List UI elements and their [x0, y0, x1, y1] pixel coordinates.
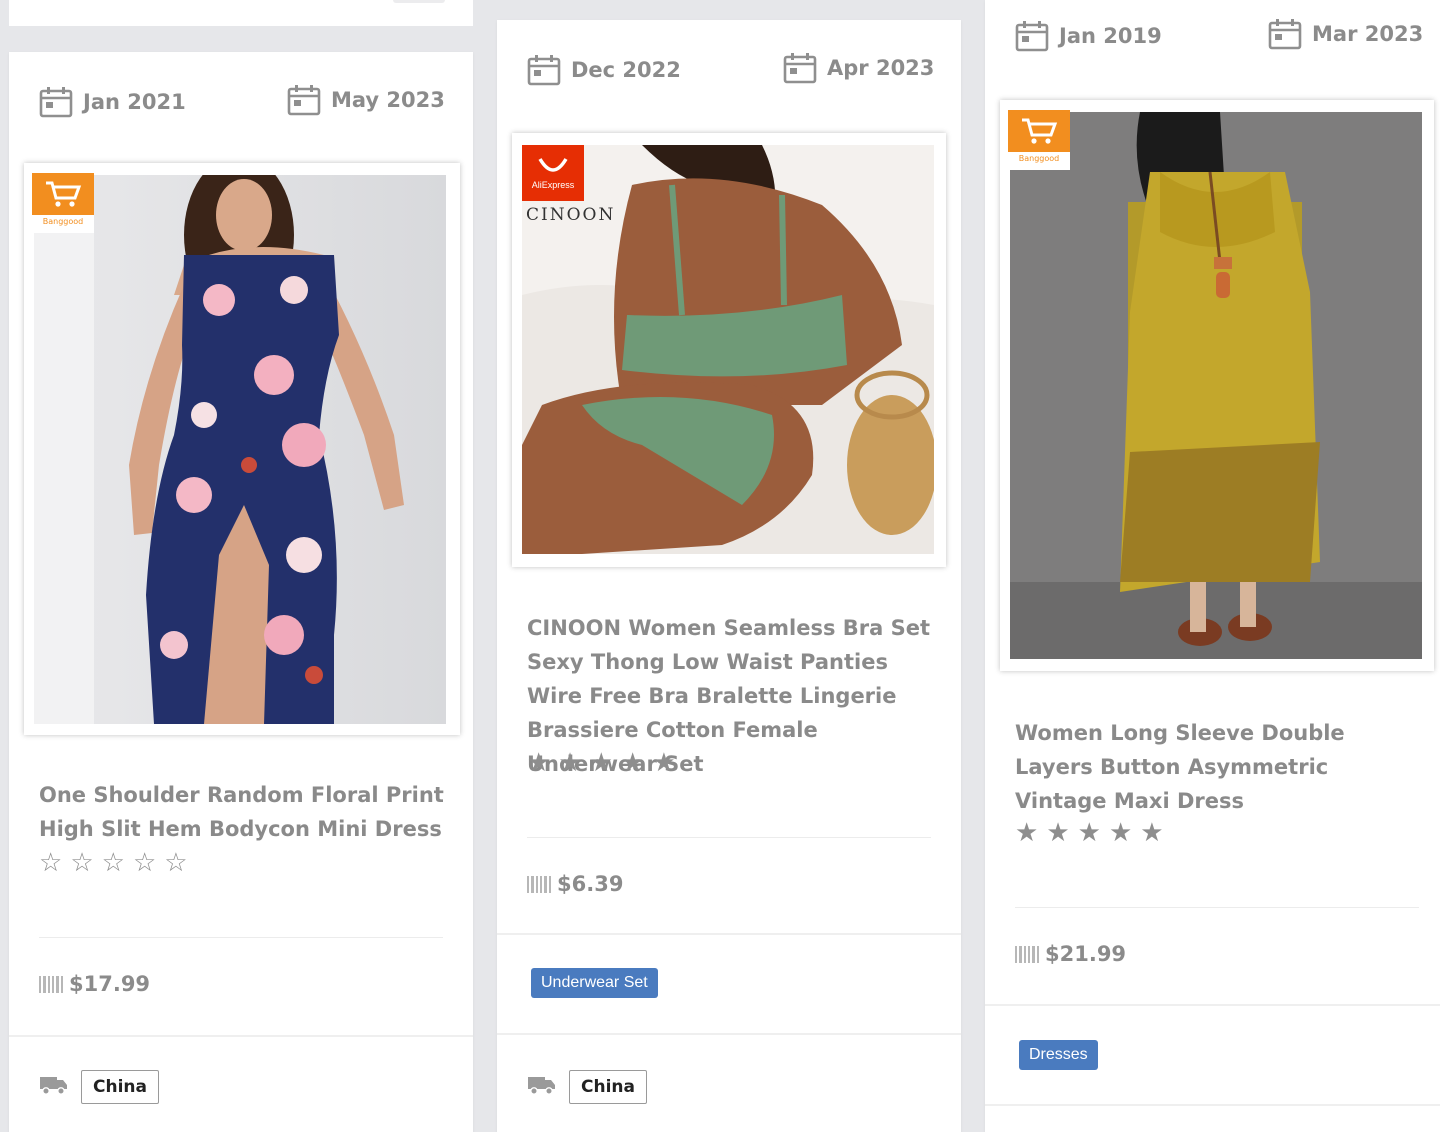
price-value: $21.99	[1045, 942, 1127, 966]
shopping-cart-icon	[1008, 110, 1070, 152]
banggood-badge: Banggood	[1008, 110, 1070, 170]
date-end: May 2023	[287, 84, 445, 116]
star-filled-icon: ★	[527, 748, 551, 778]
star-empty-icon: ☆	[70, 848, 94, 878]
previous-card-stub	[9, 0, 473, 26]
date-start-label: Jan 2019	[1059, 24, 1162, 48]
divider	[1015, 907, 1419, 908]
product-card[interactable]: Dec 2022 Apr 2023 AliExpress CINOON CINO…	[497, 20, 961, 1132]
banggood-badge: Banggood	[32, 173, 94, 233]
price-value: $17.99	[69, 972, 151, 996]
price-value: $6.39	[557, 872, 624, 896]
star-empty-icon: ☆	[39, 848, 63, 878]
ships-from-country[interactable]: China	[81, 1070, 159, 1104]
barcode-icon	[39, 975, 63, 993]
truck-icon	[39, 1074, 69, 1100]
product-image-frame[interactable]: Banggood	[24, 163, 460, 735]
date-end-label: May 2023	[331, 88, 445, 112]
store-badge-label: AliExpress	[531, 179, 575, 190]
divider	[985, 1104, 1440, 1106]
star-filled-icon: ★	[589, 748, 613, 778]
barcode-icon	[1015, 945, 1039, 963]
divider	[9, 1035, 473, 1037]
calendar-icon	[287, 84, 321, 116]
truck-icon	[527, 1074, 557, 1100]
divider	[39, 937, 443, 938]
product-image-frame[interactable]: AliExpress CINOON	[512, 133, 946, 567]
date-end: Mar 2023	[1268, 18, 1423, 50]
date-end: Apr 2023	[783, 52, 934, 84]
shipping-info: China	[527, 1070, 647, 1104]
date-start: Jan 2021	[39, 86, 186, 118]
calendar-icon	[1268, 18, 1302, 50]
price: $6.39	[527, 872, 623, 896]
product-card[interactable]: Jan 2019 Mar 2023 Banggood Women Long Sl…	[985, 0, 1440, 1132]
star-empty-icon: ☆	[164, 848, 188, 878]
divider	[497, 1033, 961, 1035]
star-empty-icon: ☆	[132, 848, 157, 878]
calendar-icon	[527, 54, 561, 86]
date-end-label: Apr 2023	[827, 56, 935, 80]
shopping-bag-icon	[538, 157, 568, 172]
product-image[interactable]	[34, 175, 446, 724]
divider	[527, 837, 931, 838]
star-filled-icon: ★	[1140, 818, 1164, 848]
divider	[985, 1004, 1440, 1006]
date-end-label: Mar 2023	[1312, 22, 1424, 46]
aliexpress-badge: AliExpress	[522, 145, 584, 201]
date-start-label: Dec 2022	[571, 58, 681, 82]
price: $21.99	[1015, 942, 1126, 966]
product-image[interactable]	[1010, 112, 1422, 659]
star-filled-icon: ★	[558, 748, 582, 778]
calendar-icon	[783, 52, 817, 84]
product-title[interactable]: Women Long Sleeve Double Layers Button A…	[1015, 716, 1425, 818]
product-card[interactable]: Jan 2021 May 2023 Banggood One Shoulder …	[9, 52, 473, 1132]
rating-stars: ★ ★ ★ ★ ★	[527, 750, 676, 776]
star-filled-icon: ★	[1046, 818, 1070, 848]
rating-stars: ☆ ☆ ☆ ☆ ☆	[39, 850, 188, 876]
star-filled-icon: ★	[1108, 818, 1133, 848]
store-badge-label: Banggood	[1018, 154, 1060, 163]
date-start: Dec 2022	[527, 54, 681, 86]
previous-card-bar	[393, 0, 445, 3]
star-filled-icon: ★	[652, 748, 676, 778]
product-title[interactable]: One Shoulder Random Floral Print High Sl…	[39, 778, 449, 846]
star-filled-icon: ★	[1077, 818, 1101, 848]
rating-stars: ★ ★ ★ ★ ★	[1015, 820, 1164, 846]
divider	[497, 933, 961, 935]
calendar-icon	[39, 86, 73, 118]
category-tag[interactable]: Underwear Set	[531, 968, 658, 998]
price: $17.99	[39, 972, 150, 996]
product-image-frame[interactable]: Banggood	[1000, 100, 1434, 671]
barcode-icon	[527, 875, 551, 893]
shipping-info: China	[39, 1070, 159, 1104]
category-tag[interactable]: Dresses	[1019, 1040, 1098, 1070]
shopping-cart-icon	[32, 173, 94, 215]
ships-from-country[interactable]: China	[569, 1070, 647, 1104]
star-empty-icon: ☆	[101, 848, 125, 878]
date-start: Jan 2019	[1015, 20, 1162, 52]
image-brand-watermark: CINOON	[526, 205, 616, 225]
star-filled-icon: ★	[1015, 818, 1039, 848]
store-badge-label: Banggood	[42, 217, 84, 226]
star-filled-icon: ★	[620, 748, 645, 778]
calendar-icon	[1015, 20, 1049, 52]
date-start-label: Jan 2021	[83, 90, 186, 114]
